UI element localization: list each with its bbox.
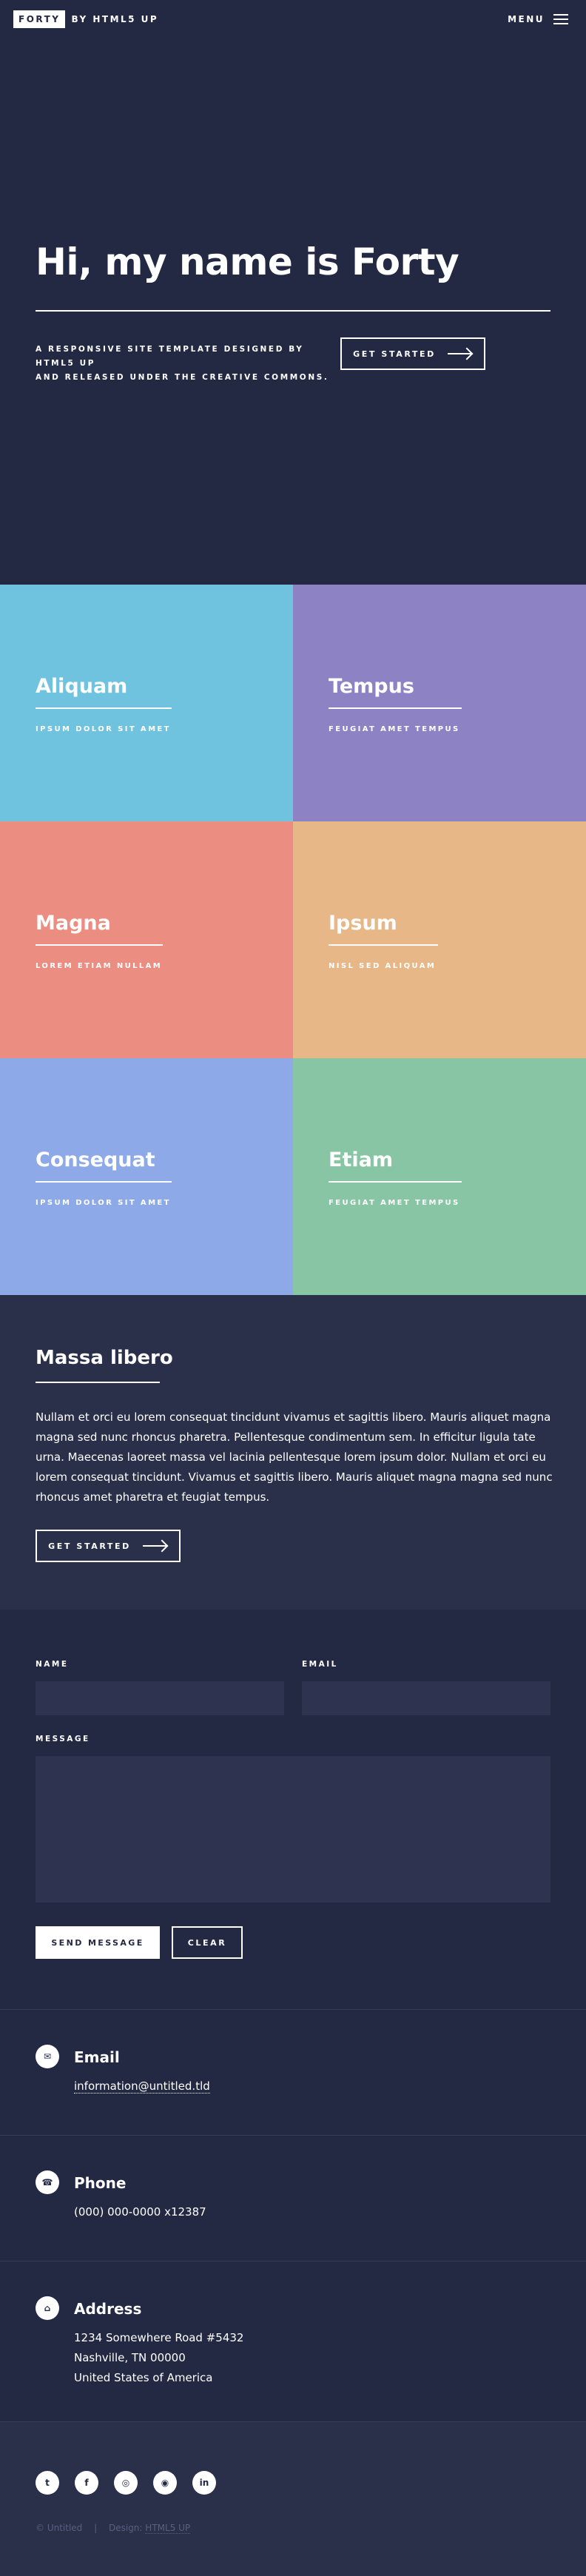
tile-magna[interactable]: Magna LOREM ETIAM NULLAM bbox=[0, 821, 293, 1058]
instagram-icon[interactable]: ◎ bbox=[114, 2471, 138, 2495]
tile-subtitle: FEUGIAT AMET TEMPUS bbox=[329, 1199, 460, 1207]
phone-value: (000) 000-0000 x12387 bbox=[74, 2205, 206, 2219]
tile-underline bbox=[329, 944, 438, 946]
contact-address: ⌂ Address 1234 Somewhere Road #5432 Nash… bbox=[0, 2261, 586, 2421]
site-footer: t f ◎ ◉ in © Untitled | Design: HTML5 UP bbox=[0, 2421, 586, 2576]
tile-consequat[interactable]: Consequat IPSUM DOLOR SIT AMET bbox=[0, 1058, 293, 1295]
linkedin-icon[interactable]: in bbox=[192, 2471, 216, 2495]
massa-title: Massa libero bbox=[36, 1347, 173, 1369]
massa-body: Nullam et orci eu lorem consequat tincid… bbox=[36, 1410, 553, 1504]
envelope-icon: ✉ bbox=[36, 2045, 59, 2068]
tile-title: Magna bbox=[36, 912, 111, 935]
email-label: EMAIL bbox=[302, 1660, 338, 1669]
tile-title: Aliquam bbox=[36, 675, 128, 698]
get-started-label: GET STARTED bbox=[48, 1541, 131, 1551]
banner-tagline-line1: A RESPONSIVE SITE TEMPLATE DESIGNED BY H… bbox=[36, 345, 304, 368]
facebook-icon[interactable]: f bbox=[75, 2471, 98, 2495]
get-started-label: GET STARTED bbox=[353, 349, 436, 359]
tile-title: Consequat bbox=[36, 1149, 155, 1171]
tile-title: Etiam bbox=[329, 1149, 393, 1171]
tile-aliquam[interactable]: Aliquam IPSUM DOLOR SIT AMET bbox=[0, 585, 293, 821]
site-logo[interactable]: FORTY BY HTML5 UP bbox=[13, 10, 158, 28]
massa-section: Massa libero Nullam et orci eu lorem con… bbox=[0, 1295, 586, 1610]
home-icon: ⌂ bbox=[36, 2296, 59, 2320]
tile-underline bbox=[36, 707, 172, 709]
phone-icon: ☎ bbox=[36, 2170, 59, 2194]
message-field[interactable] bbox=[36, 1756, 550, 1903]
email-link[interactable]: information@untitled.tld bbox=[74, 2079, 210, 2094]
tile-tempus[interactable]: Tempus FEUGIAT AMET TEMPUS bbox=[293, 585, 586, 821]
send-message-button[interactable]: SEND MESSAGE bbox=[36, 1926, 160, 1959]
massa-divider bbox=[36, 1382, 160, 1383]
twitter-icon[interactable]: t bbox=[36, 2471, 59, 2495]
arrow-right-icon bbox=[447, 349, 473, 359]
address-line3: United States of America bbox=[74, 2371, 213, 2384]
tile-underline bbox=[329, 1181, 462, 1183]
tile-ipsum[interactable]: Ipsum NISL SED ALIQUAM bbox=[293, 821, 586, 1058]
contact-email: ✉ Email information@untitled.tld bbox=[0, 2009, 586, 2135]
design-prefix: Design: bbox=[108, 2523, 143, 2533]
banner: Hi, my name is Forty A RESPONSIVE SITE T… bbox=[0, 0, 586, 585]
banner-tagline: A RESPONSIVE SITE TEMPLATE DESIGNED BY H… bbox=[36, 343, 346, 385]
clear-button[interactable]: CLEAR bbox=[172, 1926, 243, 1959]
tile-underline bbox=[36, 1181, 172, 1183]
name-label: NAME bbox=[36, 1660, 69, 1669]
message-label: MESSAGE bbox=[36, 1735, 90, 1743]
banner-tagline-line2: AND RELEASED UNDER THE CREATIVE COMMONS. bbox=[36, 373, 329, 382]
email-field[interactable] bbox=[302, 1681, 550, 1715]
github-icon[interactable]: ◉ bbox=[153, 2471, 177, 2495]
address-title: Address bbox=[74, 2300, 142, 2318]
copyright: © Untitled | Design: HTML5 UP bbox=[36, 2523, 191, 2534]
arrow-right-icon bbox=[142, 1541, 168, 1551]
tile-subtitle: IPSUM DOLOR SIT AMET bbox=[36, 1199, 171, 1207]
tile-subtitle: NISL SED ALIQUAM bbox=[329, 962, 437, 970]
banner-title: Hi, my name is Forty bbox=[36, 241, 459, 283]
copyright-text: © Untitled bbox=[36, 2523, 83, 2533]
contact-form: NAME EMAIL MESSAGE SEND MESSAGE CLEAR bbox=[0, 1610, 586, 2009]
email-title: Email bbox=[74, 2048, 120, 2066]
banner-get-started-button[interactable]: GET STARTED bbox=[340, 337, 485, 370]
tile-underline bbox=[329, 707, 462, 709]
address-line1: 1234 Somewhere Road #5432 bbox=[74, 2331, 244, 2344]
contact-phone: ☎ Phone (000) 000-0000 x12387 bbox=[0, 2135, 586, 2261]
menu-button[interactable]: MENU bbox=[508, 14, 568, 24]
email-value[interactable]: information@untitled.tld bbox=[74, 2076, 210, 2096]
menu-label: MENU bbox=[508, 14, 545, 24]
tile-subtitle: FEUGIAT AMET TEMPUS bbox=[329, 725, 460, 733]
tile-title: Tempus bbox=[329, 675, 414, 698]
site-header: FORTY BY HTML5 UP MENU bbox=[0, 0, 586, 38]
name-field[interactable] bbox=[36, 1681, 284, 1715]
logo-suffix: BY HTML5 UP bbox=[71, 14, 159, 24]
tile-underline bbox=[36, 944, 163, 946]
tile-subtitle: IPSUM DOLOR SIT AMET bbox=[36, 725, 171, 733]
tile-subtitle: LOREM ETIAM NULLAM bbox=[36, 962, 163, 970]
hamburger-icon bbox=[553, 14, 568, 24]
logo-box: FORTY bbox=[13, 10, 66, 28]
banner-divider bbox=[36, 310, 550, 312]
phone-title: Phone bbox=[74, 2174, 127, 2192]
design-link[interactable]: HTML5 UP bbox=[145, 2523, 191, 2534]
footer-separator: | bbox=[94, 2523, 98, 2533]
address-line2: Nashville, TN 00000 bbox=[74, 2351, 186, 2364]
tile-title: Ipsum bbox=[329, 912, 397, 935]
tile-etiam[interactable]: Etiam FEUGIAT AMET TEMPUS bbox=[293, 1058, 586, 1295]
massa-get-started-button[interactable]: GET STARTED bbox=[36, 1530, 181, 1562]
